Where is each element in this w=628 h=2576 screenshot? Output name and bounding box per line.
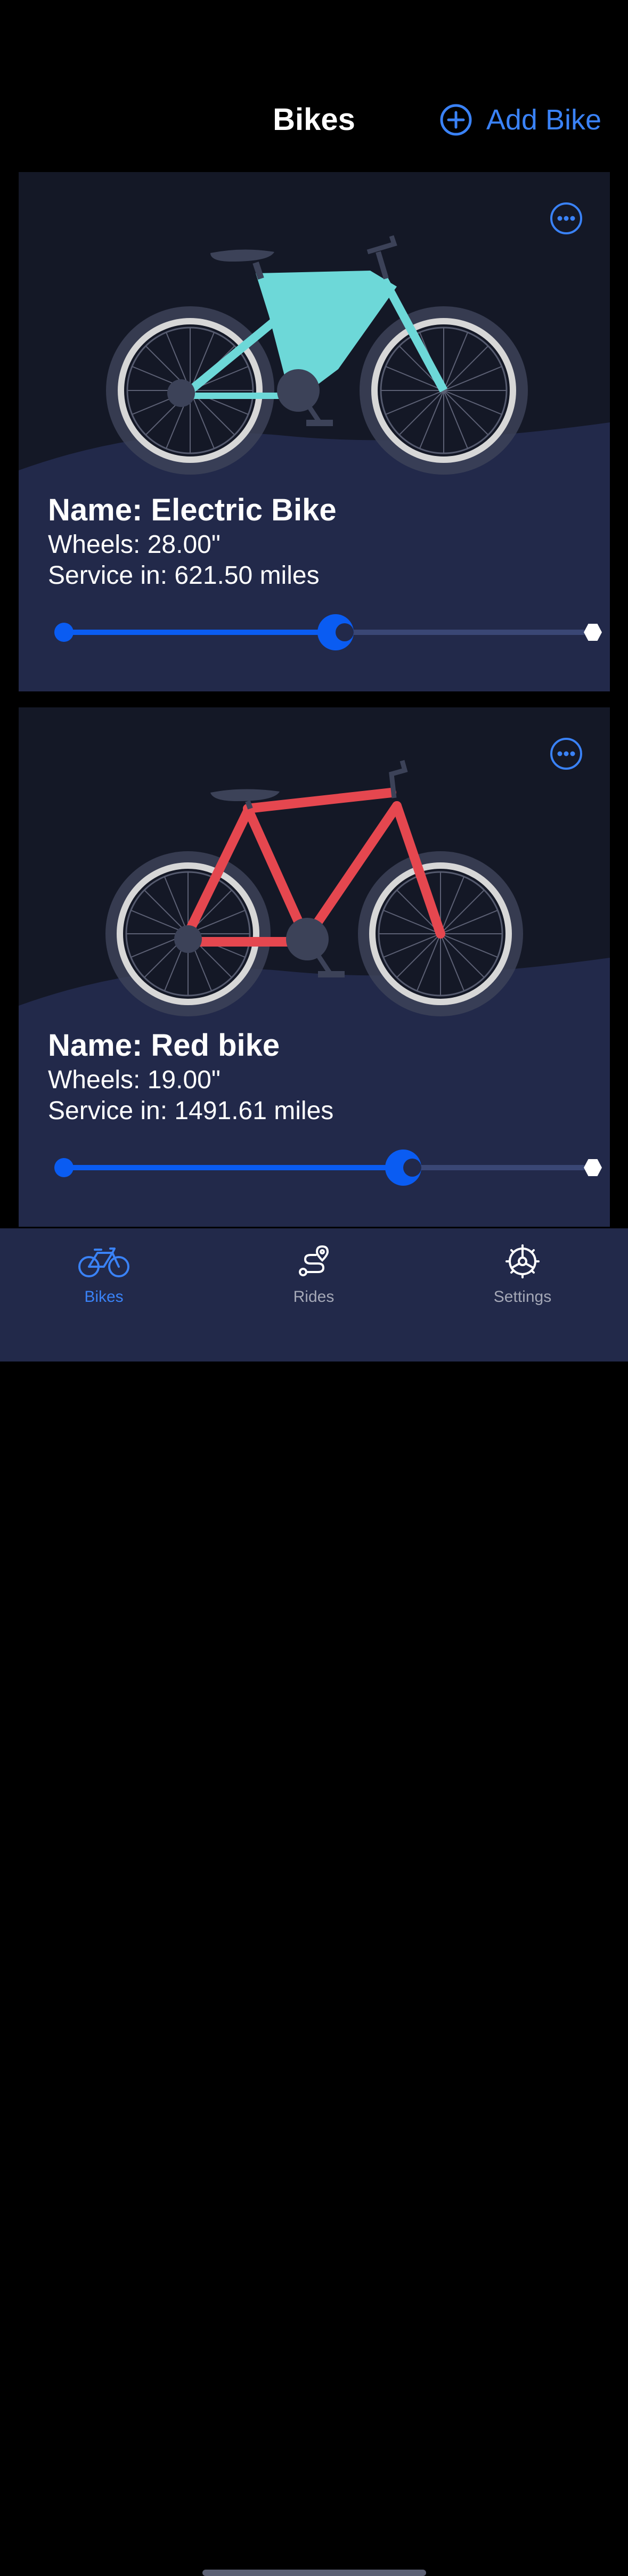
tab-bikes[interactable]: Bikes [40,1244,168,1306]
slider-thumb[interactable] [385,1150,421,1186]
bike-card[interactable]: Name: Red bike Wheels: 19.00" Service in… [19,707,610,1227]
bike-name: Name: Red bike [48,1028,280,1063]
bike-wheels: Wheels: 19.00" [48,1066,221,1094]
tab-bar: Bikes Rides Settings [0,1228,628,2576]
tab-rides[interactable]: Rides [250,1244,378,1306]
slider-thumb[interactable] [317,614,354,650]
header: Bikes Add Bike [0,0,628,170]
slider-start-dot [54,623,74,642]
slider-fill [64,1165,403,1170]
slider-end-marker [584,1159,602,1176]
tab-label: Bikes [84,1288,124,1306]
plus-circle-icon [440,104,472,136]
bike-service-distance: Service in: 621.50 miles [48,561,320,590]
tab-settings[interactable]: Settings [459,1244,586,1306]
bicycle-icon [78,1248,129,1277]
bike-wheels: Wheels: 28.00" [48,531,221,559]
route-icon [299,1245,329,1276]
slider-end-marker [584,624,602,641]
bike-name: Name: Electric Bike [48,493,337,527]
slider-start-dot [54,1158,74,1177]
road-bike-icon [19,707,610,1032]
service-slider[interactable] [48,1150,610,1187]
add-bike-label: Add Bike [486,104,601,136]
add-bike-button[interactable]: Add Bike [439,101,601,138]
home-indicator [202,2570,426,2576]
electric-bike-icon [19,172,610,497]
more-options-icon[interactable] [549,737,583,771]
service-slider[interactable] [48,614,610,651]
more-options-icon[interactable] [549,201,583,235]
tab-label: Settings [493,1288,552,1306]
tab-label: Rides [293,1288,335,1306]
bike-card[interactable]: Name: Electric Bike Wheels: 28.00" Servi… [19,172,610,691]
bike-service-distance: Service in: 1491.61 miles [48,1097,334,1125]
slider-fill [64,630,336,635]
gear-icon [505,1244,540,1278]
